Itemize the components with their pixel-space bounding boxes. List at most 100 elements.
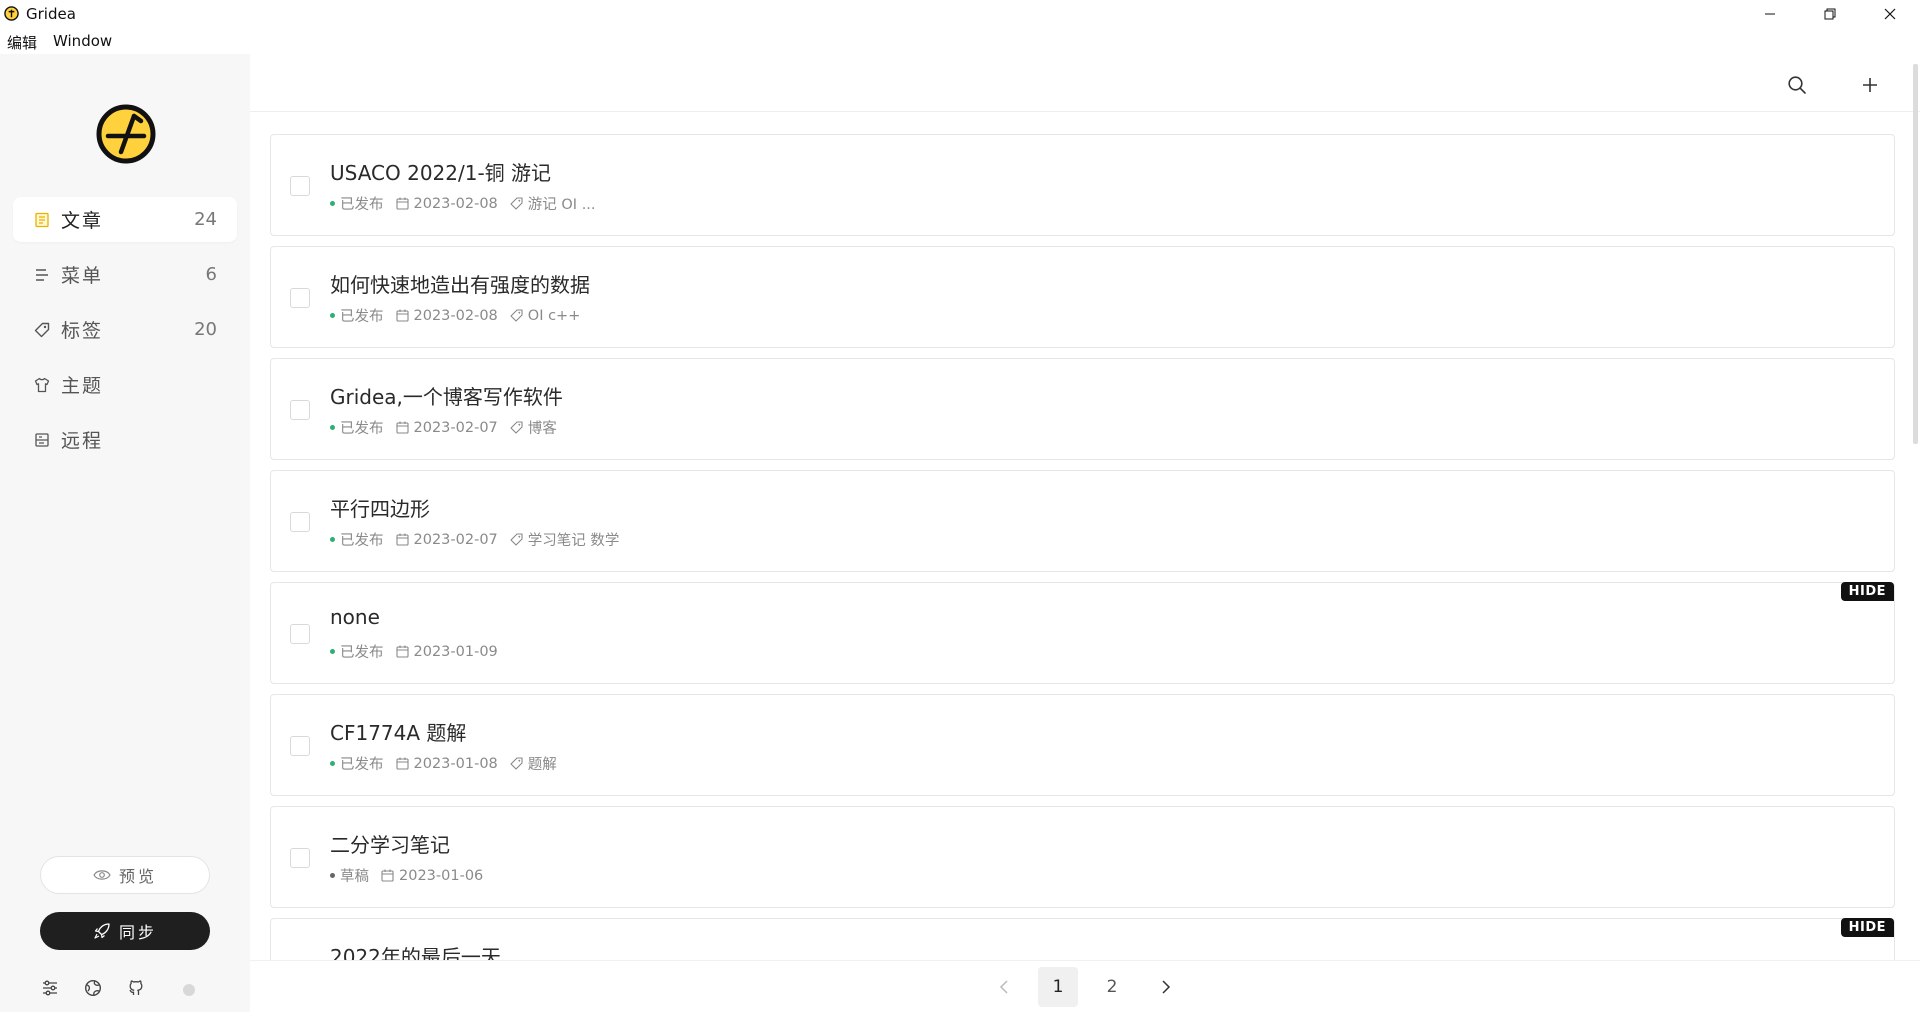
sliders-icon — [43, 980, 57, 996]
post-title[interactable]: 如何快速地造出有强度的数据 — [330, 269, 590, 298]
rocket-icon — [94, 923, 110, 939]
chevron-left-icon — [999, 979, 1008, 994]
post-item[interactable]: USACO 2022/1-铜 游记 已发布 2023-02-08 游记 OI .… — [270, 134, 1895, 236]
post-item[interactable]: 如何快速地造出有强度的数据 已发布 2023-02-08 OI c++ — [270, 246, 1895, 348]
globe-icon — [84, 979, 102, 997]
post-title[interactable]: 2022年的最后一天 — [330, 941, 501, 960]
sidebar-item-articles[interactable]: 文章 24 — [13, 197, 237, 242]
post-date: 2023-02-07 — [413, 531, 498, 548]
tag-icon — [510, 757, 523, 770]
tag-icon — [510, 309, 523, 322]
post-tags: 题解 — [527, 757, 557, 773]
post-date: 2023-01-06 — [399, 867, 484, 884]
page-2-button[interactable]: 2 — [1092, 967, 1132, 1007]
post-meta: 已发布 2023-02-08 游记 OI ... — [330, 193, 596, 214]
sidebar-item-label: 远程 — [61, 430, 104, 452]
post-list: USACO 2022/1-铜 游记 已发布 2023-02-08 游记 OI .… — [270, 134, 1895, 960]
calendar-icon — [395, 645, 409, 658]
sidebar-item-themes[interactable]: 主题 — [13, 362, 237, 407]
post-item[interactable]: 二分学习笔记 草稿 2023-01-06 — [270, 806, 1895, 908]
post-checkbox[interactable] — [290, 512, 310, 532]
calendar-icon — [381, 869, 394, 882]
next-page-button[interactable] — [1146, 967, 1186, 1007]
post-meta: 已发布 2023-01-08 题解 — [330, 753, 557, 774]
status-dot — [330, 425, 335, 430]
post-title[interactable]: none — [330, 605, 380, 629]
post-tags: 游记 OI ... — [527, 197, 596, 213]
restore-icon — [1824, 8, 1836, 20]
new-post-button[interactable] — [1855, 70, 1885, 100]
sidebar-item-tags[interactable]: 标签 20 — [13, 307, 237, 352]
post-checkbox[interactable] — [290, 400, 310, 420]
post-tags: 学习笔记 数学 — [527, 533, 620, 549]
minimize-button[interactable] — [1740, 0, 1800, 28]
post-item[interactable]: HIDE 2022年的最后一天 — [270, 918, 1895, 960]
calendar-icon — [395, 421, 409, 434]
post-title[interactable]: Gridea,一个博客写作软件 — [330, 381, 563, 410]
github-icon — [129, 980, 143, 995]
menu-window[interactable]: Window — [45, 28, 120, 54]
post-date: 2023-01-08 — [413, 755, 498, 772]
status-dot — [330, 761, 335, 766]
sidebar-item-remote[interactable]: 远程 — [13, 417, 237, 462]
sync-button[interactable]: 同步 — [40, 912, 210, 950]
post-title[interactable]: CF1774A 题解 — [330, 717, 466, 746]
settings-button[interactable] — [40, 978, 60, 998]
tag-icon — [510, 197, 523, 210]
minimize-icon — [1765, 13, 1775, 15]
post-item[interactable]: 平行四边形 已发布 2023-02-07 学习笔记 数学 — [270, 470, 1895, 572]
tag-icon — [510, 533, 523, 546]
post-item[interactable]: HIDE none 已发布 2023-01-09 — [270, 582, 1895, 684]
gridea-logo-icon — [96, 104, 156, 164]
post-title[interactable]: 平行四边形 — [330, 493, 430, 522]
sidebar-item-count: 24 — [194, 209, 217, 230]
post-checkbox[interactable] — [290, 176, 310, 196]
scrollbar[interactable] — [1913, 64, 1918, 444]
post-item[interactable]: Gridea,一个博客写作软件 已发布 2023-02-07 博客 — [270, 358, 1895, 460]
website-button[interactable] — [83, 978, 103, 998]
search-icon — [1788, 76, 1806, 94]
post-meta: 草稿 2023-01-06 — [330, 865, 495, 886]
top-bar — [250, 54, 1920, 112]
close-button[interactable] — [1860, 0, 1920, 28]
tag-icon — [510, 421, 523, 434]
github-button[interactable] — [126, 978, 146, 998]
status-dot — [330, 873, 335, 878]
restore-button[interactable] — [1800, 0, 1860, 28]
connection-status-indicator — [183, 984, 195, 996]
post-status: 已发布 — [340, 757, 384, 773]
sidebar-item-label: 文章 — [61, 210, 104, 232]
menu-icon — [33, 266, 51, 284]
post-meta: 已发布 2023-02-07 学习笔记 数学 — [330, 529, 619, 550]
search-button[interactable] — [1782, 70, 1812, 100]
hide-badge: HIDE — [1840, 918, 1894, 937]
post-checkbox[interactable] — [290, 288, 310, 308]
tag-icon — [33, 321, 51, 339]
pagination: 1 2 — [250, 960, 1920, 1012]
post-title[interactable]: USACO 2022/1-铜 游记 — [330, 157, 551, 186]
status-dot — [330, 537, 335, 542]
menu-edit[interactable]: 编辑 — [0, 28, 45, 54]
post-checkbox[interactable] — [290, 624, 310, 644]
preview-label: 预览 — [118, 867, 157, 886]
chevron-right-icon — [1162, 979, 1171, 994]
sidebar-item-menus[interactable]: 菜单 6 — [13, 252, 237, 297]
sidebar-item-label: 主题 — [61, 375, 104, 397]
post-date: 2023-02-08 — [413, 195, 498, 212]
preview-button[interactable]: 预览 — [40, 856, 210, 894]
post-checkbox[interactable] — [290, 848, 310, 868]
post-date: 2023-02-07 — [413, 419, 498, 436]
post-checkbox[interactable] — [290, 736, 310, 756]
post-meta: 已发布 2023-02-08 OI c++ — [330, 305, 580, 326]
post-status: 已发布 — [340, 421, 384, 437]
post-item[interactable]: CF1774A 题解 已发布 2023-01-08 题解 — [270, 694, 1895, 796]
sidebar-item-count: 6 — [205, 264, 217, 285]
status-dot — [330, 649, 335, 654]
window-title: Gridea — [26, 5, 76, 23]
plus-icon — [1863, 78, 1877, 92]
prev-page-button[interactable] — [984, 967, 1024, 1007]
post-title[interactable]: 二分学习笔记 — [330, 829, 450, 858]
sidebar-item-label: 菜单 — [61, 265, 104, 287]
page-1-button[interactable]: 1 — [1038, 966, 1078, 1007]
sidebar: 文章 24 菜单 6 标签 20 主题 远程 预览 同步 — [0, 54, 250, 1012]
